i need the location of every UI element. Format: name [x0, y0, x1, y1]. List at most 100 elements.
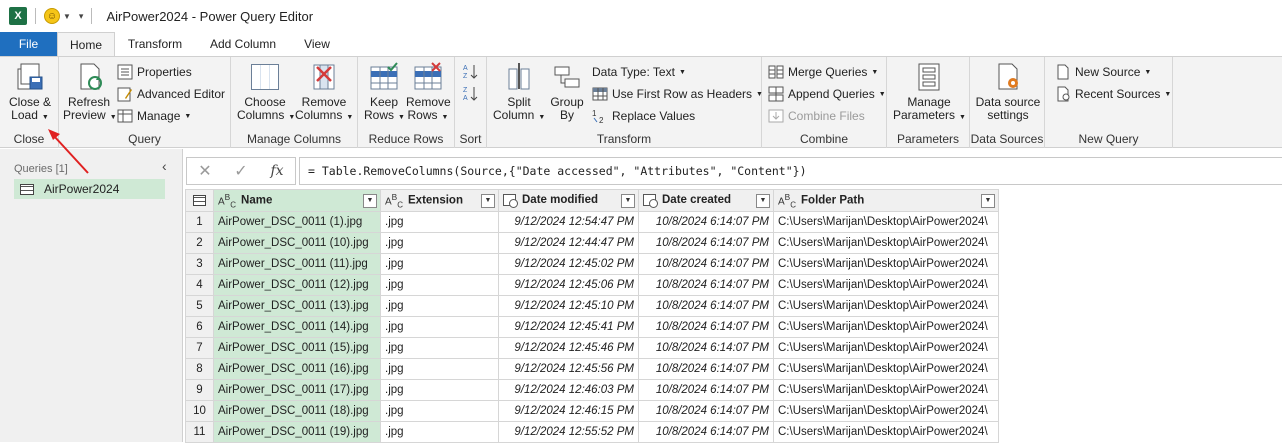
- row-number[interactable]: 3: [185, 253, 214, 275]
- tab-view[interactable]: View: [292, 32, 342, 56]
- collapse-pane-icon[interactable]: ‹: [162, 158, 167, 174]
- row-number[interactable]: 5: [185, 295, 214, 317]
- cell-folder-path[interactable]: C:\Users\Marijan\Desktop\AirPower2024\: [773, 316, 999, 338]
- cell-extension[interactable]: .jpg: [380, 316, 499, 338]
- combine-files-button[interactable]: Combine Files: [768, 106, 865, 126]
- manage-button[interactable]: Manage ▼: [117, 106, 191, 126]
- row-number[interactable]: 1: [185, 211, 214, 233]
- advanced-editor-button[interactable]: Advanced Editor: [117, 84, 225, 104]
- cell-date-modified[interactable]: 9/12/2024 12:45:41 PM: [498, 316, 639, 338]
- cell-extension[interactable]: .jpg: [380, 253, 499, 275]
- append-queries-button[interactable]: Append Queries ▼: [768, 84, 886, 104]
- row-number[interactable]: 4: [185, 274, 214, 296]
- cell-date-created[interactable]: 10/8/2024 6:14:07 PM: [638, 337, 774, 359]
- row-number[interactable]: 11: [185, 421, 214, 443]
- cell-name[interactable]: AirPower_DSC_0011 (17).jpg: [213, 379, 381, 401]
- cell-date-created[interactable]: 10/8/2024 6:14:07 PM: [638, 211, 774, 233]
- cell-folder-path[interactable]: C:\Users\Marijan\Desktop\AirPower2024\: [773, 295, 999, 317]
- row-number[interactable]: 10: [185, 400, 214, 422]
- smiley-icon[interactable]: ☺: [44, 8, 60, 24]
- column-filter-button[interactable]: ▼: [756, 194, 770, 208]
- cell-extension[interactable]: .jpg: [380, 379, 499, 401]
- cell-name[interactable]: AirPower_DSC_0011 (19).jpg: [213, 421, 381, 443]
- grid-corner-button[interactable]: [185, 189, 214, 212]
- column-header-date-created[interactable]: Date created ▼: [638, 189, 774, 212]
- new-source-button[interactable]: New Source ▼: [1055, 62, 1151, 82]
- cell-name[interactable]: AirPower_DSC_0011 (12).jpg: [213, 274, 381, 296]
- cell-date-created[interactable]: 10/8/2024 6:14:07 PM: [638, 316, 774, 338]
- use-first-row-headers-button[interactable]: Use First Row as Headers ▼: [592, 84, 763, 104]
- cell-date-created[interactable]: 10/8/2024 6:14:07 PM: [638, 358, 774, 380]
- cell-extension[interactable]: .jpg: [380, 211, 499, 233]
- cell-date-modified[interactable]: 9/12/2024 12:45:10 PM: [498, 295, 639, 317]
- cell-extension[interactable]: .jpg: [380, 421, 499, 443]
- cell-folder-path[interactable]: C:\Users\Marijan\Desktop\AirPower2024\: [773, 253, 999, 275]
- column-filter-button[interactable]: ▼: [621, 194, 635, 208]
- tab-transform[interactable]: Transform: [118, 32, 192, 56]
- column-header-date-modified[interactable]: Date modified ▼: [498, 189, 639, 212]
- cell-extension[interactable]: .jpg: [380, 400, 499, 422]
- sort-descending-button[interactable]: ZA: [463, 83, 483, 103]
- remove-columns-button[interactable]: Remove Columns ▼: [295, 61, 353, 124]
- column-header-extension[interactable]: ABC Extension ▼: [380, 189, 499, 212]
- chevron-down-icon[interactable]: ▼: [63, 12, 71, 21]
- properties-button[interactable]: Properties: [117, 62, 192, 82]
- close-and-load-button[interactable]: Close & Load ▼: [6, 61, 54, 124]
- tab-home[interactable]: Home: [57, 32, 115, 56]
- row-number[interactable]: 6: [185, 316, 214, 338]
- formula-input[interactable]: = Table.RemoveColumns(Source,{"Date acce…: [299, 157, 1282, 185]
- cell-name[interactable]: AirPower_DSC_0011 (11).jpg: [213, 253, 381, 275]
- cell-date-modified[interactable]: 9/12/2024 12:45:46 PM: [498, 337, 639, 359]
- refresh-preview-button[interactable]: Refresh Preview ▼: [63, 61, 117, 124]
- cell-extension[interactable]: .jpg: [380, 295, 499, 317]
- customize-qat-icon[interactable]: ▾: [79, 11, 84, 22]
- cell-name[interactable]: AirPower_DSC_0011 (16).jpg: [213, 358, 381, 380]
- sort-ascending-button[interactable]: AZ: [463, 61, 483, 81]
- row-number[interactable]: 9: [185, 379, 214, 401]
- cell-date-modified[interactable]: 9/12/2024 12:46:03 PM: [498, 379, 639, 401]
- column-header-folder-path[interactable]: ABC Folder Path ▼: [773, 189, 999, 212]
- cell-date-modified[interactable]: 9/12/2024 12:46:15 PM: [498, 400, 639, 422]
- cell-date-created[interactable]: 10/8/2024 6:14:07 PM: [638, 295, 774, 317]
- data-source-settings-button[interactable]: Data source settings: [973, 61, 1043, 122]
- row-number[interactable]: 7: [185, 337, 214, 359]
- cell-name[interactable]: AirPower_DSC_0011 (13).jpg: [213, 295, 381, 317]
- manage-parameters-button[interactable]: Manage Parameters ▼: [893, 61, 966, 124]
- cell-date-created[interactable]: 10/8/2024 6:14:07 PM: [638, 400, 774, 422]
- cell-date-created[interactable]: 10/8/2024 6:14:07 PM: [638, 421, 774, 443]
- cell-date-modified[interactable]: 9/12/2024 12:44:47 PM: [498, 232, 639, 254]
- row-number[interactable]: 2: [185, 232, 214, 254]
- cell-date-modified[interactable]: 9/12/2024 12:45:56 PM: [498, 358, 639, 380]
- merge-queries-button[interactable]: Merge Queries ▼: [768, 62, 878, 82]
- cell-folder-path[interactable]: C:\Users\Marijan\Desktop\AirPower2024\: [773, 232, 999, 254]
- recent-sources-button[interactable]: Recent Sources ▼: [1055, 84, 1171, 104]
- row-number[interactable]: 8: [185, 358, 214, 380]
- cell-folder-path[interactable]: C:\Users\Marijan\Desktop\AirPower2024\: [773, 337, 999, 359]
- column-filter-button[interactable]: ▼: [363, 194, 377, 208]
- column-filter-button[interactable]: ▼: [981, 194, 995, 208]
- cell-date-modified[interactable]: 9/12/2024 12:45:06 PM: [498, 274, 639, 296]
- fx-icon[interactable]: fx: [259, 163, 295, 179]
- split-column-button[interactable]: Split Column ▼: [493, 61, 545, 124]
- query-item-airpower2024[interactable]: AirPower2024: [14, 179, 165, 199]
- keep-rows-button[interactable]: Keep Rows ▼: [364, 61, 405, 124]
- cell-folder-path[interactable]: C:\Users\Marijan\Desktop\AirPower2024\: [773, 274, 999, 296]
- cell-date-modified[interactable]: 9/12/2024 12:45:02 PM: [498, 253, 639, 275]
- cell-date-modified[interactable]: 9/12/2024 12:55:52 PM: [498, 421, 639, 443]
- cell-extension[interactable]: .jpg: [380, 274, 499, 296]
- cell-date-created[interactable]: 10/8/2024 6:14:07 PM: [638, 253, 774, 275]
- cell-folder-path[interactable]: C:\Users\Marijan\Desktop\AirPower2024\: [773, 358, 999, 380]
- replace-values-button[interactable]: 12 Replace Values: [592, 106, 695, 126]
- cell-folder-path[interactable]: C:\Users\Marijan\Desktop\AirPower2024\: [773, 379, 999, 401]
- check-icon[interactable]: ✓: [223, 161, 259, 181]
- cell-folder-path[interactable]: C:\Users\Marijan\Desktop\AirPower2024\: [773, 400, 999, 422]
- cell-date-created[interactable]: 10/8/2024 6:14:07 PM: [638, 232, 774, 254]
- cell-name[interactable]: AirPower_DSC_0011 (1).jpg: [213, 211, 381, 233]
- cell-date-modified[interactable]: 9/12/2024 12:54:47 PM: [498, 211, 639, 233]
- cell-date-created[interactable]: 10/8/2024 6:14:07 PM: [638, 274, 774, 296]
- group-by-button[interactable]: Group By: [547, 61, 587, 122]
- cell-name[interactable]: AirPower_DSC_0011 (15).jpg: [213, 337, 381, 359]
- cell-extension[interactable]: .jpg: [380, 337, 499, 359]
- tab-add-column[interactable]: Add Column: [200, 32, 286, 56]
- cell-extension[interactable]: .jpg: [380, 358, 499, 380]
